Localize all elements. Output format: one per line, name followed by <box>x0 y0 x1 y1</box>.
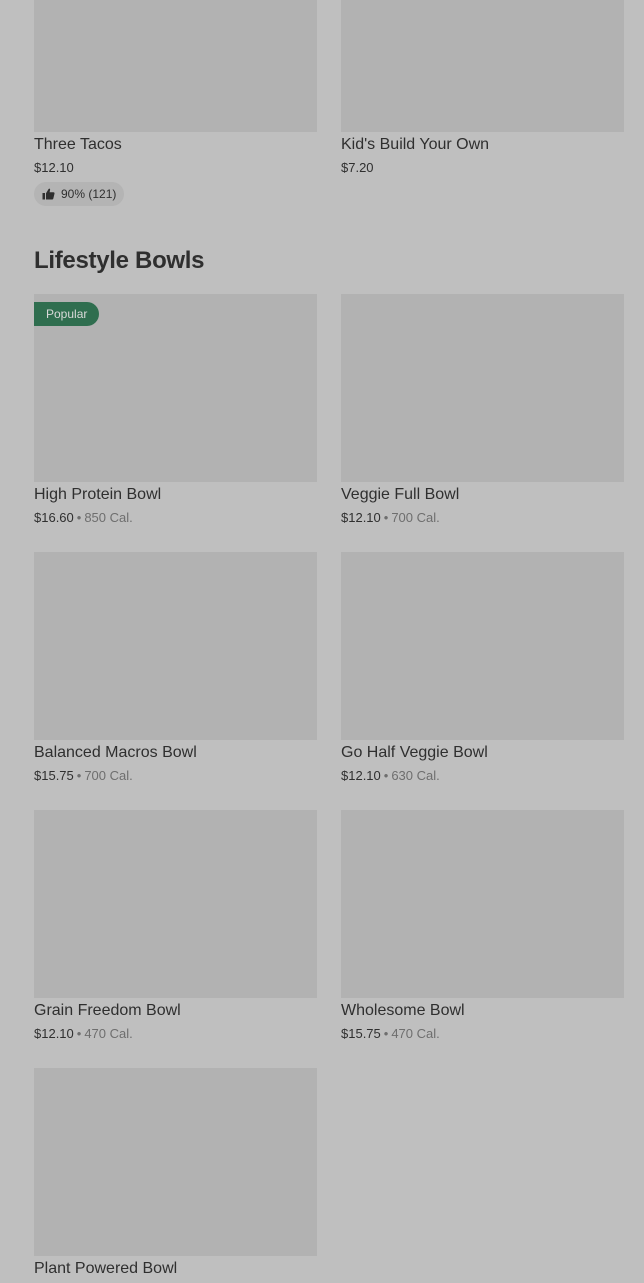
separator-dot: • <box>383 1026 389 1041</box>
item-calories: 630 Cal. <box>391 768 440 783</box>
menu-item-card[interactable]: Plant Powered Bowl <box>34 1068 317 1277</box>
item-calories: 470 Cal. <box>84 1026 133 1041</box>
item-name: High Protein Bowl <box>34 486 162 503</box>
popular-badge: Popular <box>34 302 100 326</box>
item-name: Wholesome Bowl <box>341 1002 465 1019</box>
item-calories: 700 Cal. <box>391 510 440 525</box>
item-image <box>34 0 317 132</box>
menu-item-card[interactable]: Kid's Build Your Own $7.20 <box>341 0 624 175</box>
separator-dot: • <box>383 510 389 525</box>
item-meta: $12.10 • 700 Cal. <box>341 510 440 526</box>
item-price: $12.10 <box>34 160 74 175</box>
item-price: $12.10 <box>34 1026 74 1041</box>
item-image <box>34 810 317 998</box>
item-calories: 850 Cal. <box>84 510 133 525</box>
rating-text: 90% (121) <box>61 187 117 201</box>
menu-item-card[interactable]: Balanced Macros Bowl $15.75 • 700 Cal. <box>34 552 317 783</box>
menu-item-card[interactable]: Grain Freedom Bowl $12.10 • 470 Cal. <box>34 810 317 1041</box>
item-name: Kid's Build Your Own <box>341 136 490 153</box>
menu-item-card[interactable]: Wholesome Bowl $15.75 • 470 Cal. <box>341 810 624 1041</box>
menu-item-card[interactable]: Veggie Full Bowl $12.10 • 700 Cal. <box>341 294 624 525</box>
item-image: Popular <box>34 294 317 482</box>
item-name: Plant Powered Bowl <box>34 1260 178 1277</box>
menu-item-card[interactable]: Popular High Protein Bowl $16.60 • 850 Cal… <box>34 294 317 525</box>
separator-dot: • <box>383 768 389 783</box>
item-image <box>34 552 317 740</box>
item-meta: $16.60 • 850 Cal. <box>34 510 133 526</box>
section-title: Lifestyle Bowls <box>34 247 205 274</box>
item-image <box>341 810 624 998</box>
item-meta: $15.75 • 700 Cal. <box>34 768 133 784</box>
rating-badge: 90% (121) <box>34 182 125 206</box>
item-price: $16.60 <box>34 510 74 525</box>
item-price: $12.10 <box>341 768 381 783</box>
item-calories: 700 Cal. <box>84 768 133 783</box>
item-name: Go Half Veggie Bowl <box>341 744 488 761</box>
item-image <box>341 552 624 740</box>
menu-item-card[interactable]: Go Half Veggie Bowl $12.10 • 630 Cal. <box>341 552 624 783</box>
item-meta: $15.75 • 470 Cal. <box>341 1026 440 1042</box>
item-price: $7.20 <box>341 160 374 175</box>
item-meta: $12.10 • 470 Cal. <box>34 1026 133 1042</box>
item-price: $15.75 <box>34 768 74 783</box>
separator-dot: • <box>76 768 82 783</box>
menu-item-card[interactable]: Three Tacos $12.10 <box>34 0 317 175</box>
item-image <box>341 294 624 482</box>
separator-dot: • <box>76 1026 82 1041</box>
item-price: $12.10 <box>341 510 381 525</box>
item-name: Three Tacos <box>34 136 122 153</box>
separator-dot: • <box>76 510 82 525</box>
item-image <box>34 1068 317 1256</box>
item-calories: 470 Cal. <box>391 1026 440 1041</box>
item-price: $15.75 <box>341 1026 381 1041</box>
item-meta: $12.10 • 630 Cal. <box>341 768 440 784</box>
item-name: Balanced Macros Bowl <box>34 744 197 761</box>
item-name: Grain Freedom Bowl <box>34 1002 181 1019</box>
thumbs-up-icon <box>42 188 55 200</box>
item-image <box>341 0 624 132</box>
item-name: Veggie Full Bowl <box>341 486 460 503</box>
